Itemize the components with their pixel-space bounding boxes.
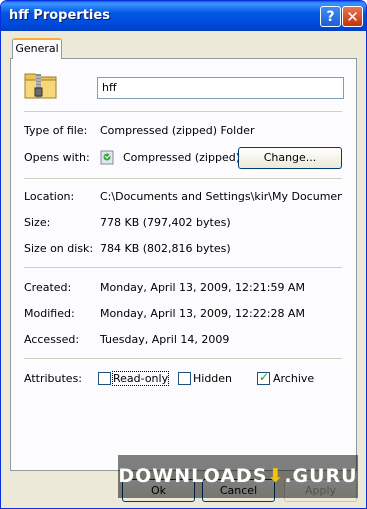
window-title: hff Properties [9,8,110,23]
size-on-disk-value: 784 KB (802,816 bytes) [100,242,231,255]
accessed-value: Tuesday, April 14, 2009 [100,333,230,346]
type-of-file-label: Type of file: [24,124,88,137]
watermark-text-left: DOWNLOADS [118,465,268,487]
file-name-field[interactable]: hff [97,77,344,99]
opens-with-label: Opens with: [24,151,90,164]
change-button[interactable]: Change... [238,147,342,169]
general-panel [10,58,357,471]
archive-checkbox[interactable]: ✓ [257,370,270,385]
watermark-overlay: DOWNLOADS⬇.GURU [118,455,358,498]
compressed-folders-app-icon [100,150,114,165]
archive-label[interactable]: Archive [273,372,314,385]
read-only-checkbox[interactable] [98,372,111,385]
type-of-file-value: Compressed (zipped) Folder [100,124,255,137]
download-arrow-icon: ⬇ [267,465,285,487]
watermark-text-right: .GURU [284,465,358,487]
close-button[interactable]: ✕ [342,6,363,27]
tab-general[interactable]: General [12,38,62,59]
size-value: 778 KB (797,402 bytes) [100,216,231,229]
created-label: Created: [24,281,72,294]
hidden-label[interactable]: Hidden [193,372,232,385]
attributes-label: Attributes: [24,372,83,385]
separator [24,358,342,359]
separator [24,178,342,179]
properties-window: hff Properties ? ✕ General hff Type of f… [0,0,367,509]
accessed-label: Accessed: [24,333,80,346]
size-on-disk-label: Size on disk: [24,242,94,255]
hidden-checkbox[interactable] [178,372,191,385]
location-value: C:\Documents and Settings\kir\My Documen… [100,190,342,203]
zip-folder-icon [24,73,57,99]
separator [24,267,342,268]
read-only-label[interactable]: Read-only [111,371,170,386]
modified-value: Monday, April 13, 2009, 12:22:28 AM [100,307,305,320]
size-label: Size: [24,216,51,229]
location-label: Location: [24,190,75,203]
checkmark-icon: ✓ [259,370,270,384]
help-button[interactable]: ? [320,6,341,27]
opens-with-value: Compressed (zipped) I [123,151,247,164]
created-value: Monday, April 13, 2009, 12:21:59 AM [100,281,305,294]
separator [24,111,342,112]
title-bar[interactable]: hff Properties ? ✕ [1,1,366,31]
modified-label: Modified: [24,307,75,320]
